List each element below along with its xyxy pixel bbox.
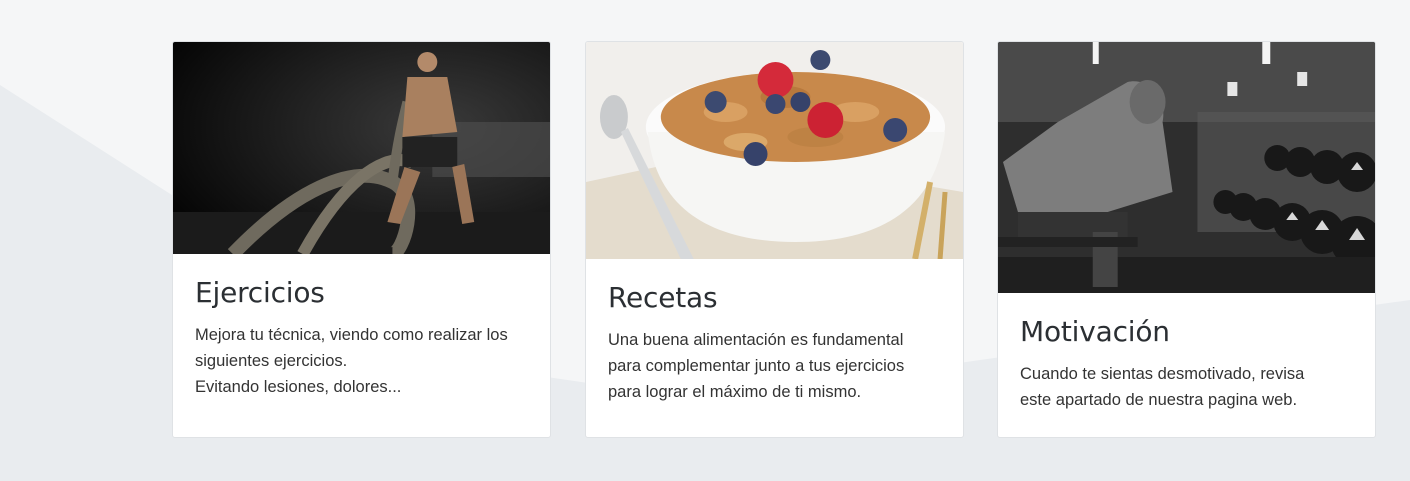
card-motivacion[interactable]: Motivación Cuando te sientas desmotivado… bbox=[997, 41, 1376, 438]
card-title: Motivación bbox=[1020, 315, 1170, 348]
cereal-bowl-photo[interactable] bbox=[586, 42, 963, 259]
gym-dumbbells-photo[interactable] bbox=[998, 42, 1375, 293]
card-ejercicios[interactable]: Ejercicios Mejora tu técnica, viendo com… bbox=[172, 41, 551, 438]
card-title: Recetas bbox=[608, 281, 718, 314]
card-description-line: Una buena alimentación es fundamental bbox=[608, 331, 904, 349]
card-description: Cuando te sientas desmotivado, revisa es… bbox=[1020, 361, 1353, 413]
card-description-line: Evitando lesiones, dolores... bbox=[195, 378, 402, 396]
card-description-line: para complementar junto a tus ejercicios bbox=[608, 357, 905, 375]
card-description: Una buena alimentación es fundamental pa… bbox=[608, 327, 941, 405]
card-recetas[interactable]: Recetas Una buena alimentación es fundam… bbox=[585, 41, 964, 438]
card-description-line: para lograr el máximo de ti mismo. bbox=[608, 383, 862, 401]
card-description-line: Cuando te sientas desmotivado, revisa bbox=[1020, 365, 1305, 383]
card-description-line: este apartado de nuestra pagina web. bbox=[1020, 391, 1298, 409]
card-title: Ejercicios bbox=[195, 276, 325, 309]
battle-ropes-photo[interactable] bbox=[173, 42, 550, 254]
card-description: Mejora tu técnica, viendo como realizar … bbox=[195, 322, 528, 400]
card-description-line: siguientes ejercicios. bbox=[195, 352, 348, 370]
card-description-line: Mejora tu técnica, viendo como realizar … bbox=[195, 326, 508, 344]
